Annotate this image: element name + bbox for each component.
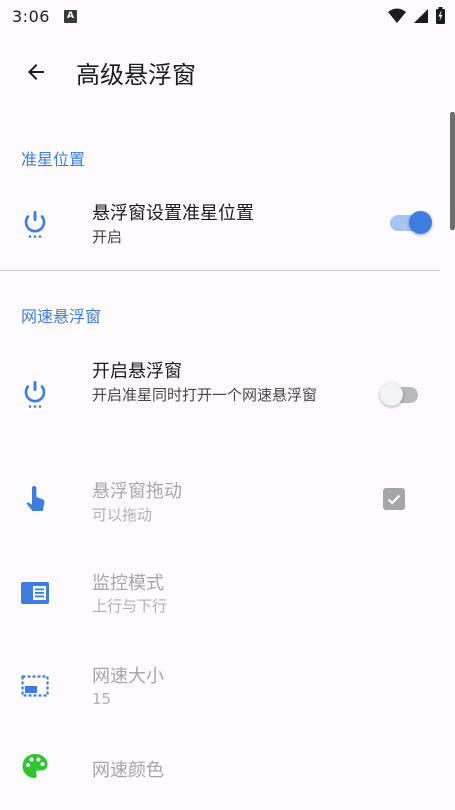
notification-badge-icon: A (63, 9, 77, 23)
power-icon (21, 210, 49, 238)
float-window-switch[interactable] (380, 383, 422, 406)
section-header-crosshair: 准星位置 (21, 150, 86, 169)
signal-icon (414, 8, 428, 23)
pref-title: 监控模式 (92, 573, 164, 594)
touch-icon (21, 486, 49, 514)
back-button[interactable] (18, 54, 54, 90)
arrow-back-icon (28, 64, 44, 80)
pref-crosshair-position[interactable]: 悬浮窗设置准星位置 开启 (0, 186, 440, 262)
power-icon (21, 380, 49, 408)
section-header-net-speed: 网速悬浮窗 (21, 307, 102, 326)
pref-summary: 15 (92, 690, 112, 708)
pref-title: 网速颜色 (92, 760, 164, 781)
pref-summary: 开启 (92, 228, 123, 246)
drag-checkbox[interactable] (383, 488, 405, 510)
battery-icon (436, 7, 445, 24)
status-bar: 3:06 A (0, 0, 455, 32)
picture-in-picture-icon (21, 672, 49, 700)
pref-speed-size[interactable]: 网速大小 15 (0, 648, 440, 720)
pref-speed-color[interactable]: 网速颜色 (0, 740, 440, 800)
switch-thumb (380, 383, 403, 406)
switch-thumb (409, 211, 432, 234)
app-bar: 高级悬浮窗 (0, 32, 455, 112)
scrollbar[interactable] (450, 112, 455, 230)
status-icons (388, 7, 445, 24)
pref-title: 悬浮窗设置准星位置 (92, 203, 254, 224)
pref-summary: 上行与下行 (92, 597, 168, 615)
divider (0, 270, 440, 271)
page-title: 高级悬浮窗 (76, 60, 196, 89)
palette-icon (21, 752, 49, 780)
pref-enable-float-window[interactable]: 开启悬浮窗 开启准星同时打开一个网速悬浮窗 (0, 343, 440, 443)
crosshair-switch[interactable] (390, 211, 432, 234)
pref-monitor-mode[interactable]: 监控模式 上行与下行 (0, 555, 440, 627)
pref-title: 开启悬浮窗 (92, 361, 182, 382)
pref-title: 悬浮窗拖动 (92, 481, 182, 502)
pref-float-window-drag[interactable]: 悬浮窗拖动 可以拖动 (0, 464, 440, 536)
view-list-icon (21, 579, 49, 607)
pref-summary: 可以拖动 (92, 506, 153, 524)
status-time: 3:06 (12, 6, 50, 26)
check-icon (387, 494, 401, 505)
pref-title: 网速大小 (92, 666, 164, 687)
wifi-icon (388, 8, 406, 23)
pref-summary: 开启准星同时打开一个网速悬浮窗 (92, 386, 318, 404)
